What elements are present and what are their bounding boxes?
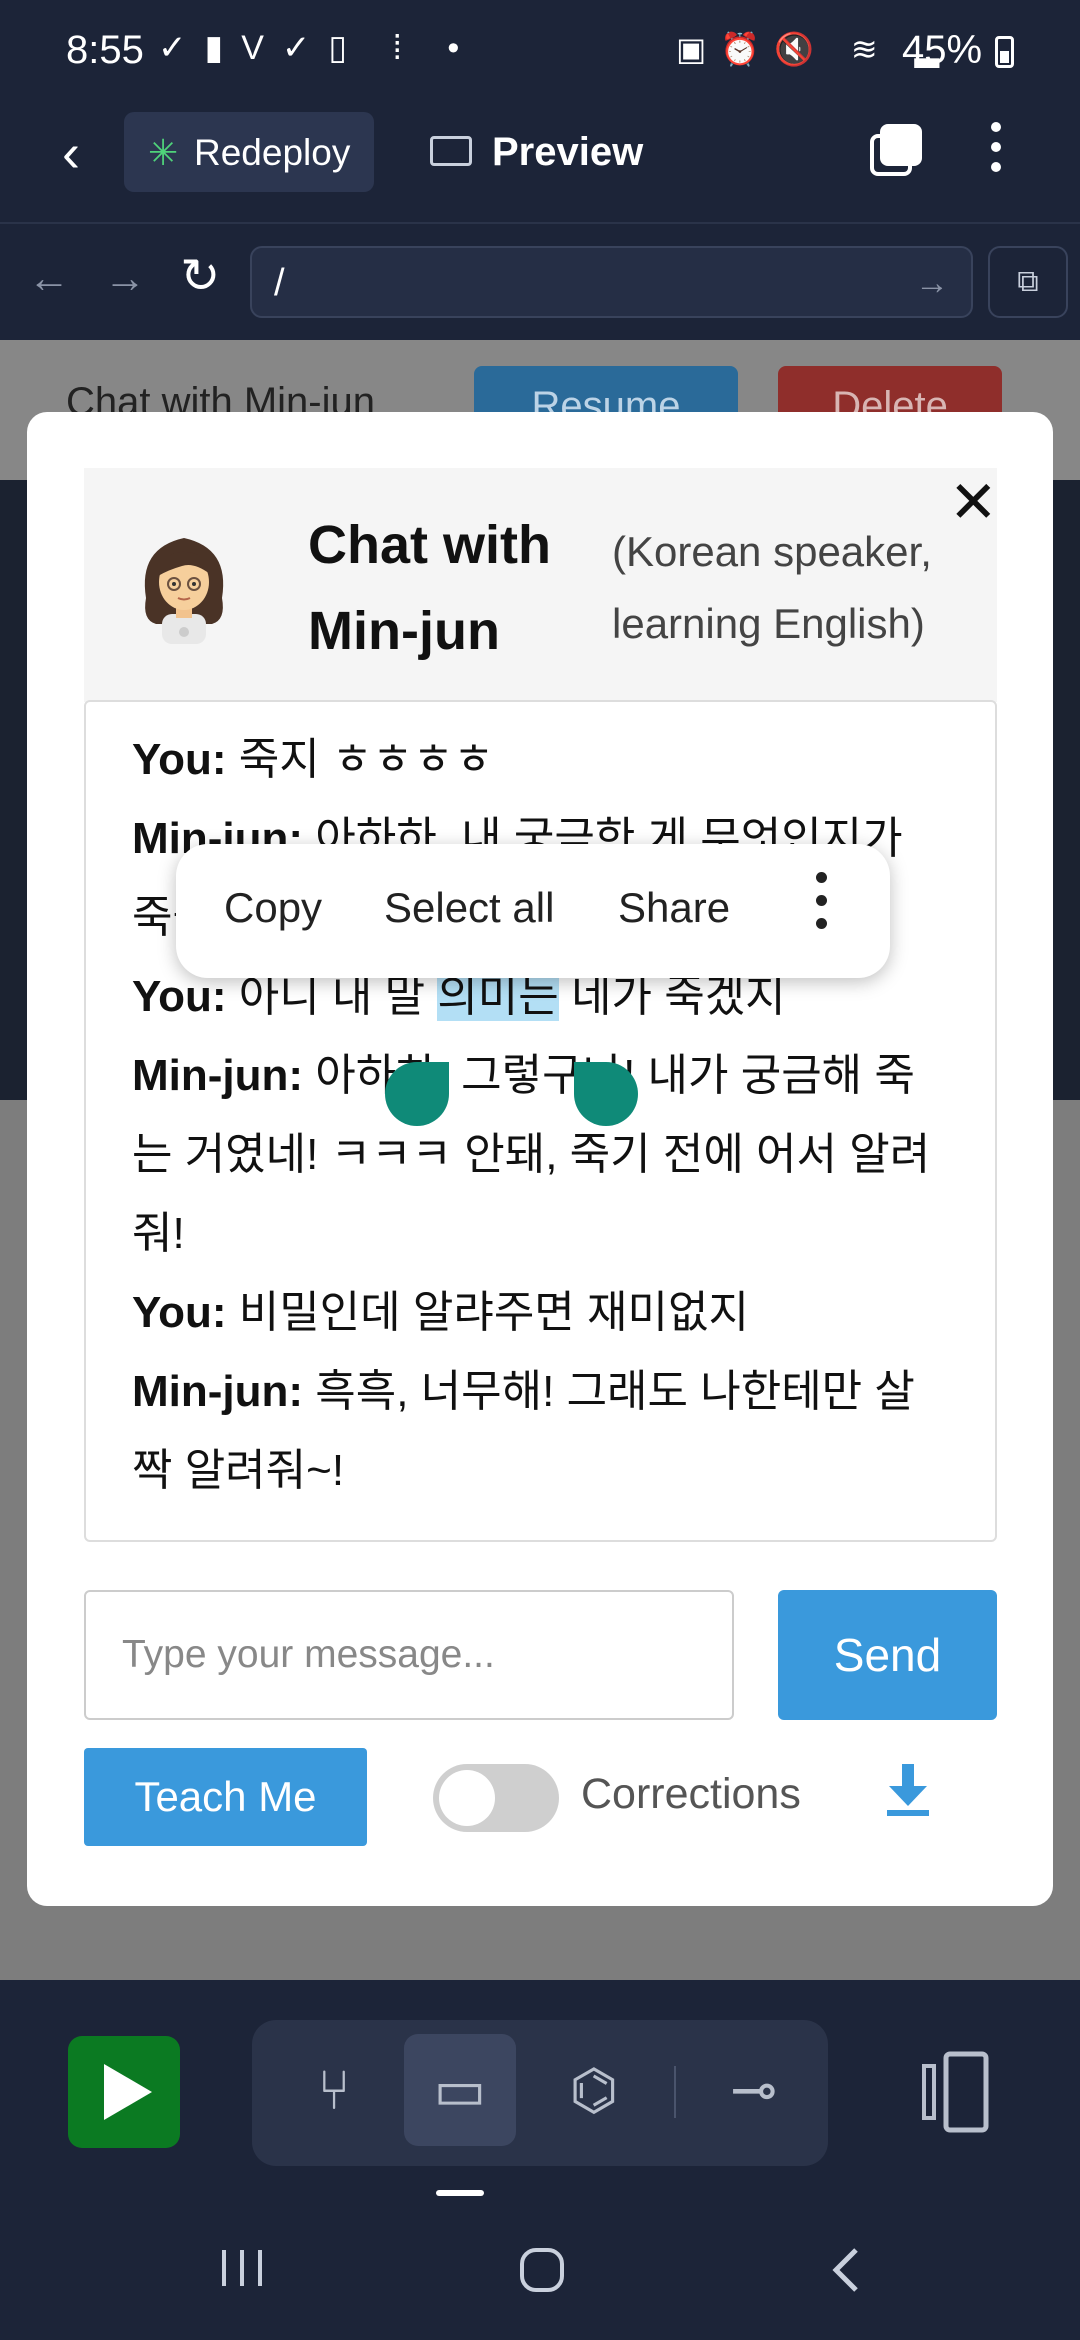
chat-log[interactable]: You: 죽지 ㅎㅎㅎㅎ Min-jun: 아하하, 내 궁금한 게 무엇인지가… — [84, 700, 997, 1542]
selection-start-handle[interactable] — [385, 1062, 449, 1126]
monitor-icon — [430, 136, 472, 166]
tool-group: ⑂ ▭ ⌬ ⊸ — [252, 2020, 828, 2166]
notification-icons: ✓▮V✓▯ ⁞ • — [158, 29, 478, 67]
share-menu-item[interactable]: Share — [618, 884, 730, 932]
send-button[interactable]: Send — [778, 1590, 997, 1720]
corrections-label: Corrections — [581, 1770, 801, 1818]
url-field[interactable]: / → — [250, 246, 973, 318]
url-text: / — [274, 262, 285, 304]
select-all-menu-item[interactable]: Select all — [384, 884, 554, 932]
battery-icon — [995, 36, 1014, 68]
chat-message: You: 비밀인데 알랴주면 재미없지 — [132, 1288, 749, 1337]
modal-header: Chat with Min-jun (Korean speaker, learn… — [84, 468, 997, 702]
redeploy-label: Redeploy — [194, 132, 351, 173]
message-input-field[interactable] — [86, 1592, 732, 1718]
status-time: 8:55 — [66, 28, 144, 72]
text-selection-menu: Copy Select all Share — [176, 844, 890, 978]
git-branch-icon[interactable]: ⑂ — [278, 2034, 390, 2146]
devices-icon[interactable] — [920, 2044, 992, 2140]
nav-back-icon[interactable] — [826, 2246, 866, 2294]
selected-text[interactable]: 의미는 — [437, 972, 559, 1021]
copy-menu-item[interactable]: Copy — [224, 884, 322, 932]
home-indicator — [436, 2190, 484, 2196]
message-input[interactable] — [84, 1590, 734, 1720]
browser-back-icon[interactable]: ← — [28, 254, 70, 302]
deploy-tree-icon: ✳ — [148, 132, 179, 173]
run-button[interactable] — [68, 2036, 180, 2148]
tabs-icon[interactable] — [870, 124, 922, 176]
bottom-toolbar: ⑂ ▭ ⌬ ⊸ — [0, 1980, 1080, 2200]
monitor-icon[interactable]: ▭ — [404, 2034, 516, 2146]
more-options-icon[interactable] — [816, 872, 830, 941]
toolbar-divider — [674, 2066, 676, 2118]
download-icon[interactable] — [883, 1762, 933, 1818]
teach-me-button[interactable]: Teach Me — [84, 1748, 367, 1846]
chat-modal: Chat with Min-jun (Korean speaker, learn… — [27, 412, 1053, 1906]
connections-icon[interactable]: ⊸ — [698, 2034, 810, 2146]
redeploy-button[interactable]: ✳ Redeploy — [124, 112, 374, 192]
chat-message: Min-jun: 아하하, 그렇구나! 내가 궁금해 죽는 거였네! ㅋㅋㅋ 안… — [132, 1051, 931, 1258]
avatar — [144, 538, 224, 644]
selection-end-handle[interactable] — [574, 1062, 638, 1126]
close-icon[interactable]: ✕ — [949, 474, 998, 532]
url-bar: ← → ↻ / → ⧉ — [0, 226, 1080, 340]
app-header: ‹ ✳ Redeploy Preview — [0, 100, 1080, 224]
back-arrow-icon[interactable]: ‹ — [62, 126, 80, 180]
more-options-icon[interactable] — [986, 122, 1006, 182]
modal-subtitle: (Korean speaker, learning English) — [612, 528, 932, 647]
corrections-toggle[interactable] — [433, 1764, 559, 1832]
preview-label: Preview — [492, 130, 644, 174]
reload-icon[interactable]: ↻ — [180, 248, 220, 304]
modal-title: Chat with Min-jun — [308, 515, 551, 661]
open-external-icon[interactable]: ⧉ — [988, 246, 1068, 318]
status-bar: 8:55 ✓▮V✓▯ ⁞ • ▣⏰🔇 ≋ ▂ 45% — [0, 0, 1080, 100]
system-navigation-bar — [0, 2200, 1080, 2340]
chat-message: You: 죽지 ㅎㅎㅎㅎ — [132, 735, 494, 784]
home-icon[interactable] — [518, 2246, 566, 2294]
go-arrow-icon[interactable]: → — [915, 264, 949, 303]
deploy-icon[interactable]: ⌬ — [538, 2034, 650, 2146]
recent-apps-icon[interactable] — [218, 2246, 266, 2290]
chat-message: Min-jun: 흑흑, 너무해! 그래도 나한테만 살짝 알려줘~! — [132, 1367, 915, 1495]
browser-forward-icon[interactable]: → — [104, 254, 146, 302]
battery-percent: 45% — [902, 28, 983, 72]
